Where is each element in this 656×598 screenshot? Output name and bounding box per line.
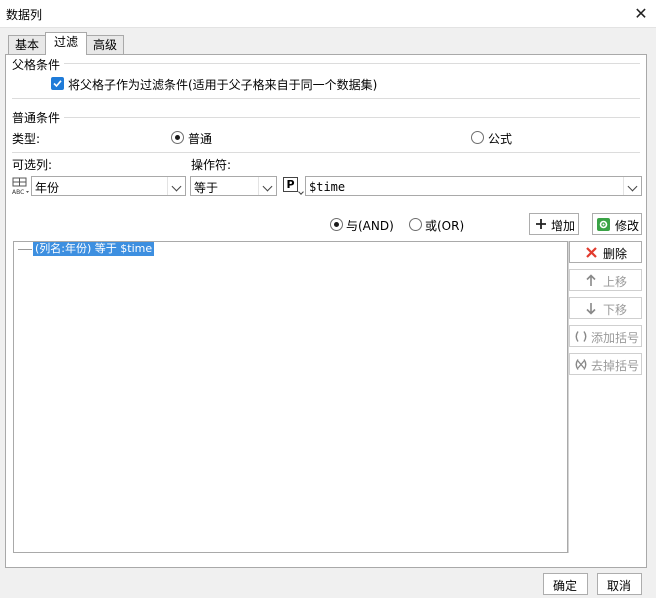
close-icon[interactable]: ✕: [631, 4, 651, 24]
column-type-icon: ABC: [11, 176, 31, 196]
arrow-down-icon: [586, 303, 596, 315]
window-title: 数据列: [6, 8, 43, 22]
type-label: 类型:: [12, 132, 41, 146]
section-divider: [12, 63, 640, 64]
bracket-icon: [575, 331, 587, 342]
logic-and-label: 与(AND): [346, 219, 394, 233]
chevron-down-icon: [167, 177, 185, 195]
column-select[interactable]: 年份: [31, 176, 186, 196]
parameter-icon[interactable]: P: [283, 177, 298, 192]
section-divider: [12, 117, 640, 118]
cancel-button[interactable]: 取消: [597, 573, 642, 595]
delete-x-icon: [586, 247, 597, 258]
tab-basic[interactable]: 基本: [8, 35, 46, 55]
operator-select[interactable]: 等于: [190, 176, 277, 196]
parameter-value-select[interactable]: $time: [305, 176, 642, 196]
remove-bracket-icon: [575, 359, 587, 370]
row-divider: [12, 152, 640, 153]
chevron-down-icon: [258, 177, 276, 195]
modify-gear-icon: [597, 218, 610, 231]
add-bracket-button[interactable]: 添加括号: [569, 325, 642, 347]
svg-text:ABC: ABC: [12, 189, 24, 196]
column-select-value: 年份: [35, 181, 60, 195]
modify-condition-button[interactable]: 修改: [592, 213, 642, 235]
parent-filter-label: 将父格子作为过滤条件(适用于父子格来自于同一个数据集): [68, 78, 378, 92]
condition-list[interactable]: [13, 241, 568, 553]
check-icon: [53, 80, 62, 88]
tab-advanced[interactable]: 高级: [86, 35, 124, 55]
plus-icon: [536, 219, 546, 229]
tab-filter[interactable]: 过滤: [45, 32, 87, 55]
logic-or-radio[interactable]: [409, 218, 422, 231]
operator-label: 操作符:: [191, 158, 232, 172]
ok-button[interactable]: 确定: [543, 573, 588, 595]
common-section-title: 普通条件: [12, 109, 65, 126]
type-normal-label: 普通: [188, 132, 213, 146]
type-normal-radio[interactable]: [171, 131, 184, 144]
section-divider: [12, 98, 640, 99]
type-formula-radio[interactable]: [471, 131, 484, 144]
operator-select-value: 等于: [194, 181, 219, 195]
parent-section-title: 父格条件: [12, 56, 65, 73]
chevron-down-icon: [623, 177, 641, 195]
column-label: 可选列:: [12, 158, 53, 172]
tree-connector: [18, 249, 32, 250]
parent-filter-checkbox[interactable]: [51, 77, 64, 90]
logic-and-radio[interactable]: [330, 218, 343, 231]
logic-or-label: 或(OR): [425, 219, 465, 233]
add-condition-button[interactable]: 增加: [529, 213, 579, 235]
move-up-button[interactable]: 上移: [569, 269, 642, 291]
title-bar: [0, 0, 656, 28]
move-down-button[interactable]: 下移: [569, 297, 642, 319]
arrow-up-icon: [586, 274, 596, 286]
parameter-value: $time: [309, 180, 346, 194]
list-item[interactable]: (列名:年份) 等于 $time: [33, 242, 155, 256]
delete-button[interactable]: 删除: [569, 241, 642, 263]
remove-bracket-button[interactable]: 去掉括号: [569, 353, 642, 375]
type-formula-label: 公式: [488, 132, 513, 146]
